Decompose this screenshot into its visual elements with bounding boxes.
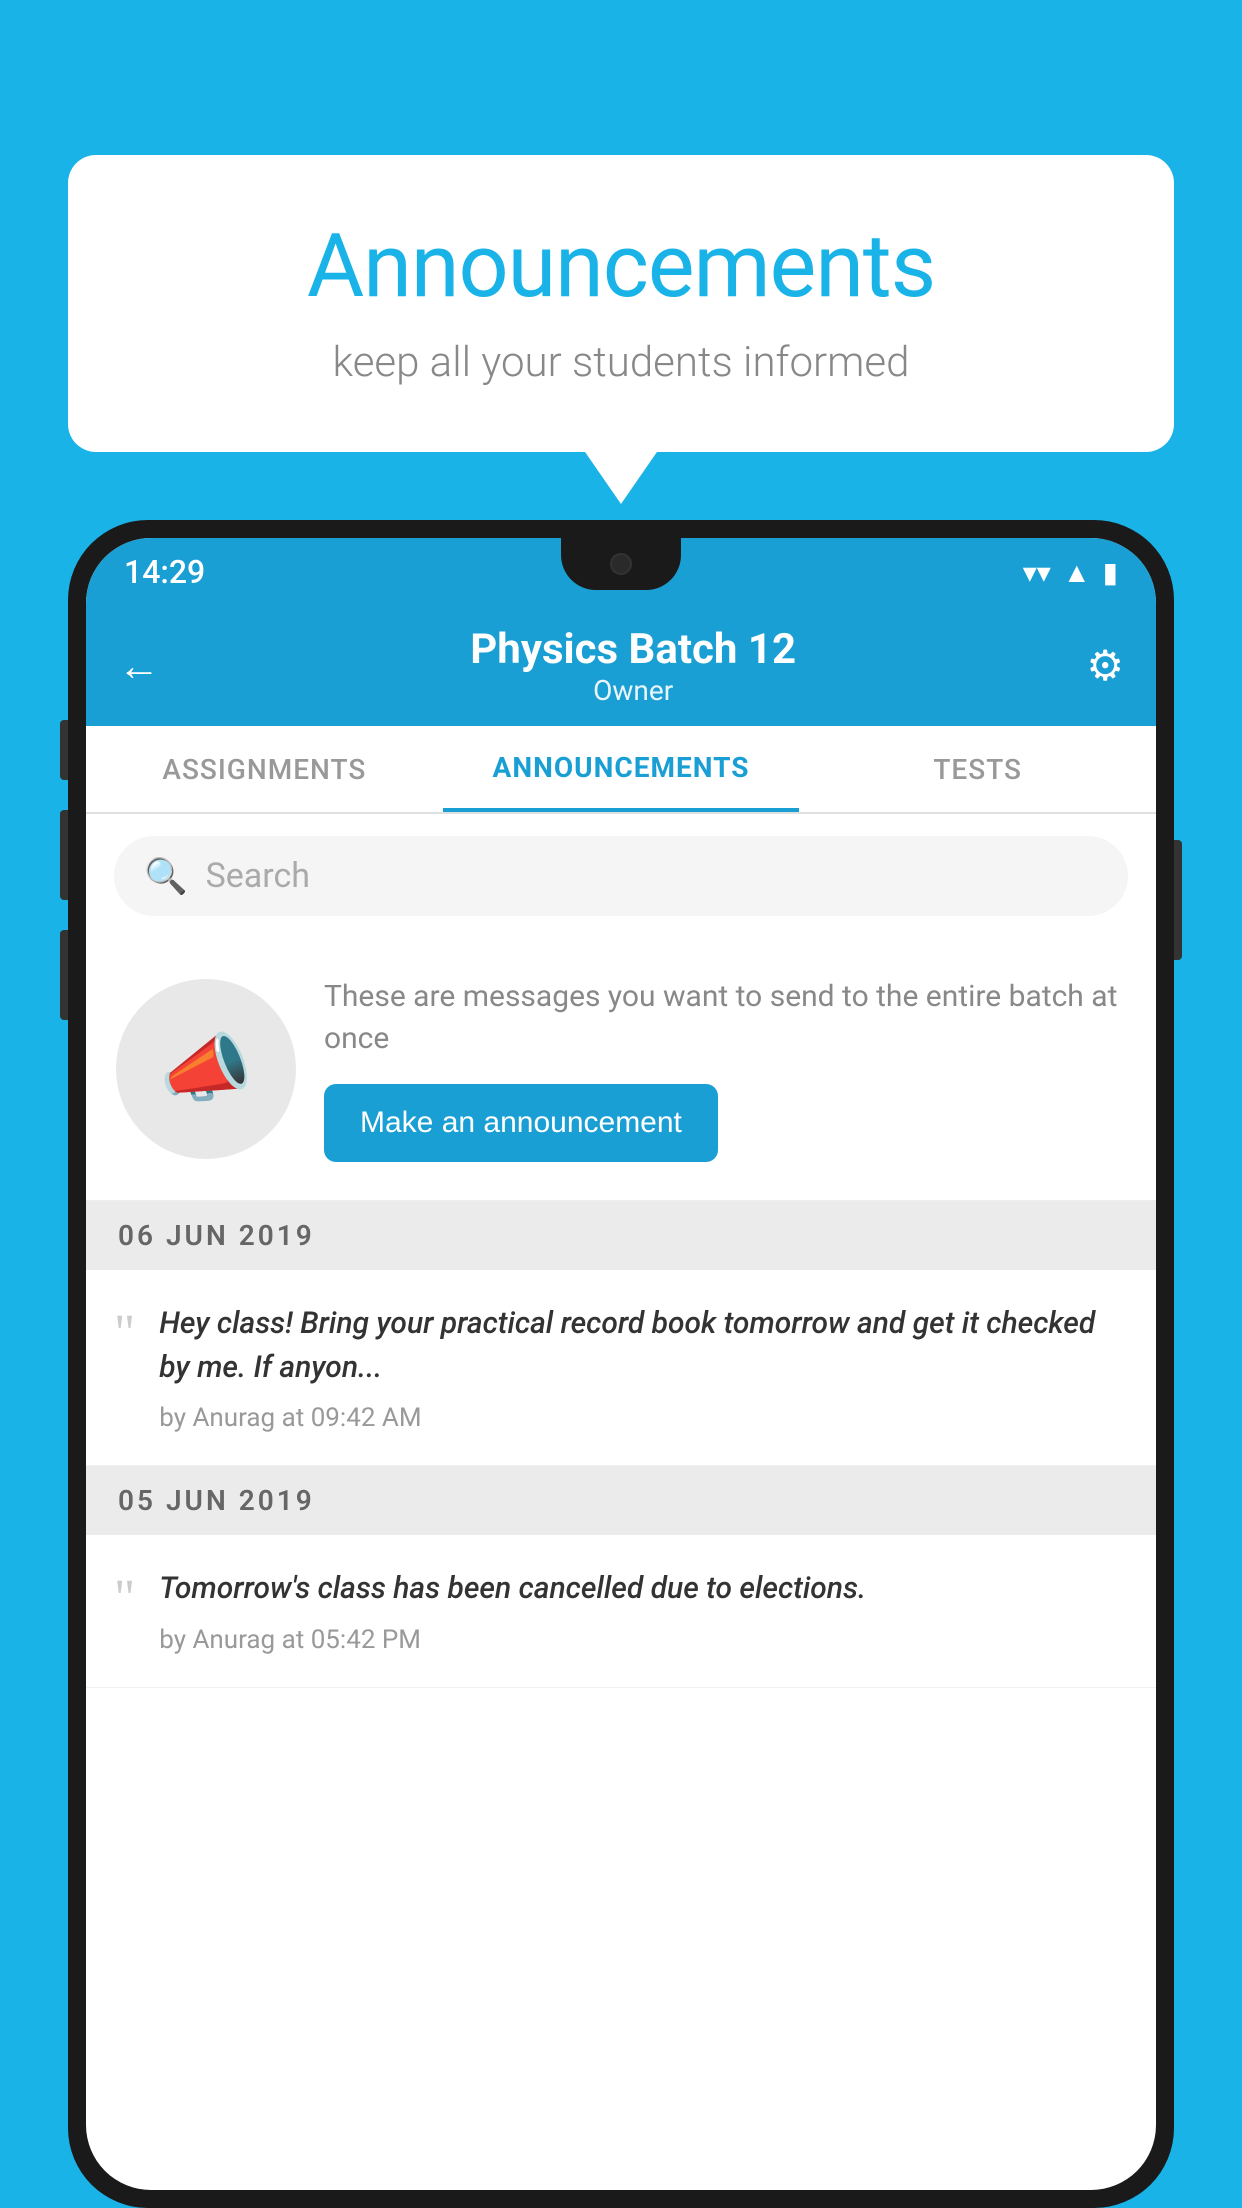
- phone-wrapper: 14:29 ▾▾ ▲ ▮ ← Physics Batch 12 Owner ⚙: [68, 520, 1174, 2208]
- quote-icon-2: ": [114, 1573, 135, 1625]
- announcement-meta-1: by Anurag at 09:42 AM: [159, 1403, 1128, 1433]
- search-placeholder: Search: [206, 856, 310, 896]
- make-announcement-button[interactable]: Make an announcement: [324, 1084, 718, 1162]
- speech-bubble-container: Announcements keep all your students inf…: [68, 155, 1174, 452]
- bubble-title: Announcements: [118, 215, 1124, 318]
- date-separator-2: 05 JUN 2019: [86, 1466, 1156, 1535]
- camera: [610, 553, 632, 575]
- tab-assignments[interactable]: ASSIGNMENTS: [86, 726, 443, 812]
- side-btn-volume-down: [60, 810, 68, 900]
- announcement-text-2: Tomorrow's class has been cancelled due …: [159, 1567, 1128, 1611]
- bubble-subtitle: keep all your students informed: [118, 338, 1124, 387]
- status-bar: 14:29 ▾▾ ▲ ▮: [86, 538, 1156, 606]
- search-container: 🔍 Search: [86, 814, 1156, 938]
- header-center: Physics Batch 12 Owner: [180, 625, 1086, 707]
- search-icon: 🔍: [144, 856, 188, 897]
- speech-bubble: Announcements keep all your students inf…: [68, 155, 1174, 452]
- battery-icon: ▮: [1103, 556, 1118, 589]
- promo-description: These are messages you want to send to t…: [324, 976, 1126, 1060]
- tabs-bar: ASSIGNMENTS ANNOUNCEMENTS TESTS: [86, 726, 1156, 814]
- announcement-item-2: " Tomorrow's class has been cancelled du…: [86, 1535, 1156, 1688]
- app-header: ← Physics Batch 12 Owner ⚙: [86, 606, 1156, 726]
- promo-content: These are messages you want to send to t…: [324, 976, 1126, 1162]
- status-time: 14:29: [124, 553, 205, 591]
- search-box[interactable]: 🔍 Search: [114, 836, 1128, 916]
- announcement-meta-2: by Anurag at 05:42 PM: [159, 1625, 1128, 1655]
- side-btn-volume-up: [60, 720, 68, 780]
- date-separator-1: 06 JUN 2019: [86, 1201, 1156, 1270]
- signal-icon: ▲: [1063, 556, 1091, 589]
- phone-outer: 14:29 ▾▾ ▲ ▮ ← Physics Batch 12 Owner ⚙: [68, 520, 1174, 2208]
- side-btn-volume-down2: [60, 930, 68, 1020]
- header-subtitle: Owner: [180, 674, 1086, 707]
- promo-icon-circle: 📣: [116, 979, 296, 1159]
- announcement-promo: 📣 These are messages you want to send to…: [86, 938, 1156, 1201]
- tab-tests[interactable]: TESTS: [799, 726, 1156, 812]
- notch: [561, 538, 681, 590]
- announcement-content-1: Hey class! Bring your practical record b…: [159, 1302, 1128, 1433]
- header-title: Physics Batch 12: [180, 625, 1086, 674]
- announcement-content-2: Tomorrow's class has been cancelled due …: [159, 1567, 1128, 1655]
- wifi-icon: ▾▾: [1023, 556, 1051, 589]
- phone-screen: 14:29 ▾▾ ▲ ▮ ← Physics Batch 12 Owner ⚙: [86, 538, 1156, 2190]
- tab-announcements[interactable]: ANNOUNCEMENTS: [443, 726, 800, 812]
- quote-icon-1: ": [114, 1308, 135, 1360]
- status-icons: ▾▾ ▲ ▮: [1023, 556, 1118, 589]
- back-button[interactable]: ←: [118, 642, 160, 691]
- side-btn-power: [1174, 840, 1182, 960]
- announcement-item-1: " Hey class! Bring your practical record…: [86, 1270, 1156, 1466]
- settings-button[interactable]: ⚙: [1086, 641, 1124, 691]
- megaphone-icon: 📣: [159, 1025, 252, 1113]
- announcement-text-1: Hey class! Bring your practical record b…: [159, 1302, 1128, 1389]
